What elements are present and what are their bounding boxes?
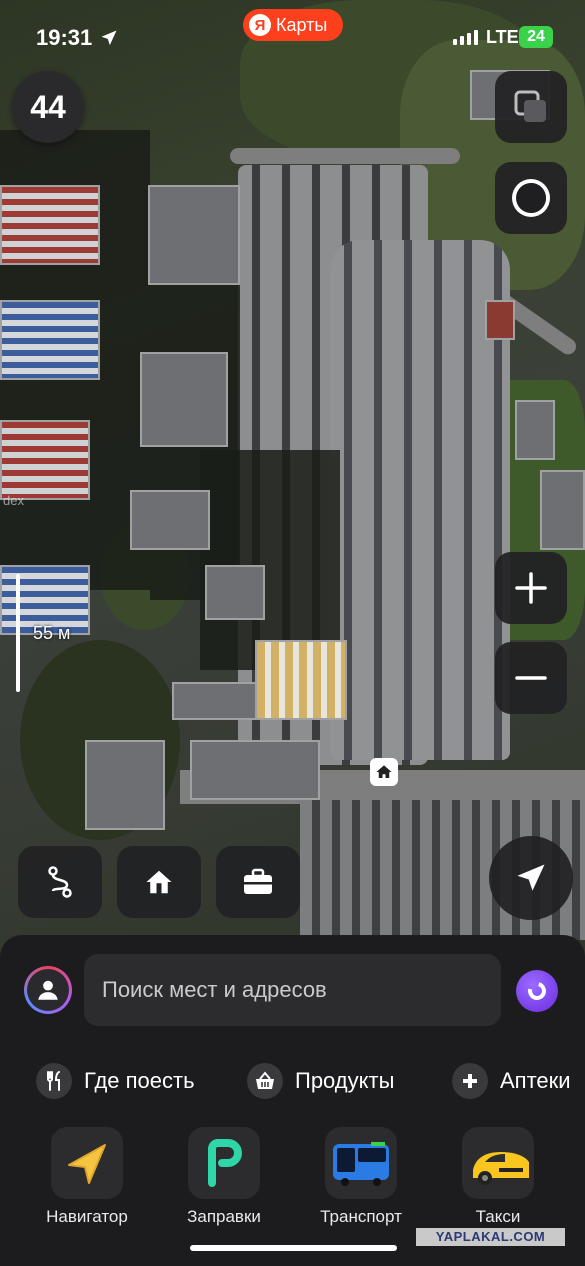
route-shortcut[interactable] <box>18 846 102 918</box>
home-indicator[interactable] <box>190 1245 397 1251</box>
home-poi-marker[interactable] <box>370 758 398 786</box>
layers-button[interactable] <box>495 71 567 143</box>
navigator-icon <box>51 1127 123 1199</box>
brand-pill[interactable]: Я Карты <box>243 9 343 41</box>
yandex-logo: Я <box>249 14 271 36</box>
briefcase-icon <box>244 868 272 894</box>
signal-icon <box>453 29 478 45</box>
navigation-arrow-icon <box>517 864 545 891</box>
zoom-in-button[interactable] <box>495 552 567 624</box>
home-icon <box>376 765 392 778</box>
alice-icon <box>524 978 550 1004</box>
map-watermark: dex <box>3 493 24 508</box>
app-taxi[interactable]: Такси <box>438 1127 558 1227</box>
category-food[interactable]: Где поесть <box>36 1060 195 1102</box>
category-label: Где поесть <box>84 1068 195 1093</box>
home-shortcut[interactable] <box>117 846 201 918</box>
layers-icon <box>514 90 546 122</box>
apps-row: Навигатор Заправки Транспорт Такси <box>0 1127 585 1232</box>
app-navigator[interactable]: Навигатор <box>27 1127 147 1227</box>
speed-badge: 44 <box>12 71 84 143</box>
plus-icon <box>515 572 547 604</box>
profile-button[interactable] <box>24 966 72 1014</box>
app-label: Заправки <box>187 1207 261 1226</box>
day-night-icon <box>512 179 550 217</box>
site-watermark: YAPLAKAL.COM <box>416 1228 565 1246</box>
basket-icon <box>247 1063 283 1099</box>
alice-voice-assistant-button[interactable] <box>516 970 558 1012</box>
category-label: Продукты <box>295 1068 395 1093</box>
my-location-button[interactable] <box>489 836 573 920</box>
search-field[interactable] <box>84 954 501 1026</box>
map-scale-bar <box>16 574 20 692</box>
taxi-icon <box>462 1127 534 1199</box>
user-avatar-icon <box>38 980 58 1000</box>
zoom-out-button[interactable] <box>495 642 567 714</box>
bus-icon <box>325 1127 397 1199</box>
battery-indicator: 24 <box>519 26 553 48</box>
category-groceries[interactable]: Продукты <box>247 1060 394 1102</box>
home-icon <box>146 870 172 894</box>
app-label: Навигатор <box>46 1207 128 1226</box>
minus-icon <box>515 676 547 680</box>
satellite-map[interactable]: dex <box>0 0 585 960</box>
plus-icon <box>452 1063 488 1099</box>
search-input[interactable] <box>84 954 501 1026</box>
app-label: Транспорт <box>320 1207 402 1226</box>
category-chips: Где поесть Продукты Аптеки <box>0 1060 585 1102</box>
status-bar: 19:31 Я Карты LTE 24 <box>0 0 585 70</box>
route-icon <box>48 866 72 898</box>
category-pharmacy[interactable]: Аптеки <box>452 1060 571 1102</box>
network-type: LTE <box>486 27 519 47</box>
location-arrow-icon <box>101 30 117 46</box>
fork-knife-icon <box>36 1063 72 1099</box>
app-transport[interactable]: Транспорт <box>301 1127 421 1227</box>
theme-toggle-button[interactable] <box>495 162 567 234</box>
map-scale-label: 55 м <box>33 623 71 643</box>
category-label: Аптеки <box>500 1068 571 1093</box>
brand-name: Карты <box>276 14 328 35</box>
app-label: Такси <box>475 1207 521 1226</box>
app-fuel[interactable]: Заправки <box>164 1127 284 1227</box>
fuel-icon <box>188 1127 260 1199</box>
status-time: 19:31 <box>36 25 93 50</box>
work-shortcut[interactable] <box>216 846 300 918</box>
